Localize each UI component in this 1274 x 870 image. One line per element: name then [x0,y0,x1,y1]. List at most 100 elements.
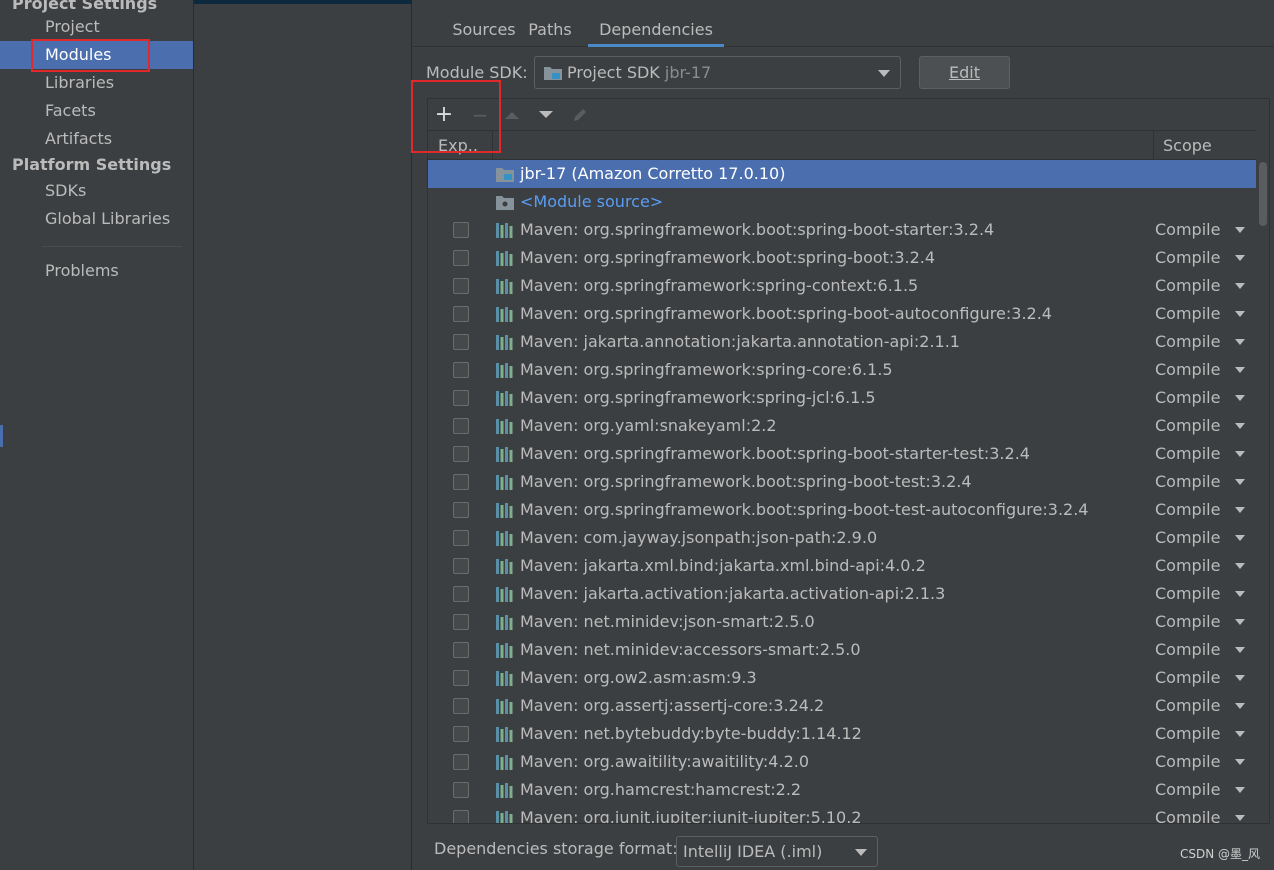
dependency-scope[interactable]: Compile [1155,440,1220,468]
export-checkbox[interactable] [453,222,469,238]
export-checkbox[interactable] [453,754,469,770]
table-row[interactable]: Maven: jakarta.activation:jakarta.activa… [428,580,1256,608]
chevron-down-icon[interactable] [1235,815,1245,821]
export-checkbox[interactable] [453,726,469,742]
table-row[interactable]: Maven: org.springframework:spring-core:6… [428,356,1256,384]
add-dependency-button[interactable]: + [432,103,456,127]
table-row-module-source[interactable]: <Module source> [428,188,1256,216]
table-row[interactable]: Maven: net.minidev:accessors-smart:2.5.0… [428,636,1256,664]
chevron-down-icon[interactable] [1235,563,1245,569]
export-checkbox[interactable] [453,446,469,462]
export-checkbox[interactable] [453,586,469,602]
chevron-down-icon[interactable] [1235,283,1245,289]
export-checkbox[interactable] [453,334,469,350]
export-checkbox[interactable] [453,530,469,546]
scrollbar-thumb[interactable] [1259,162,1267,226]
chevron-down-icon[interactable] [1235,675,1245,681]
table-row[interactable]: Maven: net.bytebuddy:byte-buddy:1.14.12 C… [428,720,1256,748]
sidebar-item-problems[interactable]: Problems [0,257,193,285]
export-checkbox[interactable] [453,306,469,322]
export-checkbox[interactable] [453,614,469,630]
dependency-scope[interactable]: Compile [1155,328,1220,356]
chevron-down-icon[interactable] [1235,619,1245,625]
export-checkbox[interactable] [453,698,469,714]
chevron-down-icon[interactable] [1235,507,1245,513]
sidebar-item-global-libraries[interactable]: Global Libraries [0,205,193,233]
sidebar-item-sdks[interactable]: SDKs [0,177,193,205]
table-row[interactable]: Maven: net.minidev:json-smart:2.5.0 Compi… [428,608,1256,636]
sidebar-item-facets[interactable]: Facets [0,97,193,125]
table-row[interactable]: Maven: com.jayway.jsonpath:json-path:2.9… [428,524,1256,552]
dependency-scope[interactable]: Compile [1155,804,1220,823]
export-checkbox[interactable] [453,642,469,658]
export-checkbox[interactable] [453,474,469,490]
table-row[interactable]: Maven: org.assertj:assertj-core:3.24.2 Co… [428,692,1256,720]
dependency-scope[interactable]: Compile [1155,384,1220,412]
chevron-down-icon[interactable] [1235,255,1245,261]
chevron-down-icon[interactable] [1235,535,1245,541]
chevron-down-icon[interactable] [1235,759,1245,765]
dependency-scope[interactable]: Compile [1155,552,1220,580]
edit-dependency-button[interactable] [568,103,592,127]
chevron-down-icon[interactable] [1235,451,1245,457]
dependency-scope[interactable]: Compile [1155,636,1220,664]
dependency-scope[interactable]: Compile [1155,244,1220,272]
table-scrollbar[interactable] [1257,160,1269,823]
table-row[interactable]: Maven: org.springframework:spring-jcl:6.… [428,384,1256,412]
dependency-scope[interactable]: Compile [1155,692,1220,720]
export-checkbox[interactable] [453,278,469,294]
module-list-item[interactable] [194,0,412,4]
chevron-down-icon[interactable] [1235,591,1245,597]
table-row[interactable]: Maven: org.yaml:snakeyaml:2.2 Compile [428,412,1256,440]
remove-dependency-button[interactable]: − [468,103,492,127]
dependency-scope[interactable]: Compile [1155,580,1220,608]
dependency-scope[interactable]: Compile [1155,748,1220,776]
sidebar-item-artifacts[interactable]: Artifacts [0,125,193,153]
table-row[interactable]: Maven: jakarta.xml.bind:jakarta.xml.bind… [428,552,1256,580]
sidebar-item-project[interactable]: Project [0,13,193,41]
column-header-scope[interactable]: Scope [1163,131,1212,160]
export-checkbox[interactable] [453,810,469,823]
table-row[interactable]: Maven: org.springframework:spring-contex… [428,272,1256,300]
table-row[interactable]: Maven: org.springframework.boot:spring-b… [428,440,1256,468]
dependency-scope[interactable]: Compile [1155,216,1220,244]
export-checkbox[interactable] [453,390,469,406]
table-row-sdk[interactable]: jbr-17 (Amazon Corretto 17.0.10) [428,160,1256,188]
dependency-scope[interactable]: Compile [1155,664,1220,692]
export-checkbox[interactable] [453,558,469,574]
dependency-scope[interactable]: Compile [1155,300,1220,328]
storage-format-select[interactable]: IntelliJ IDEA (.iml) [676,836,878,867]
dependency-scope[interactable]: Compile [1155,272,1220,300]
table-row[interactable]: Maven: org.ow2.asm:asm:9.3 Compile [428,664,1256,692]
tab-dependencies[interactable]: Dependencies [588,13,724,47]
dependency-scope[interactable]: Compile [1155,496,1220,524]
table-row[interactable]: Maven: org.junit.jupiter:junit-jupiter:5… [428,804,1256,823]
table-row[interactable]: Maven: jakarta.annotation:jakarta.annota… [428,328,1256,356]
chevron-down-icon[interactable] [1235,647,1245,653]
chevron-down-icon[interactable] [1235,311,1245,317]
table-row[interactable]: Maven: org.springframework.boot:spring-b… [428,496,1256,524]
dependency-scope[interactable]: Compile [1155,468,1220,496]
table-row[interactable]: Maven: org.awaitility:awaitility:4.2.0 Co… [428,748,1256,776]
chevron-down-icon[interactable] [1235,423,1245,429]
column-header-export[interactable]: Exp.. [438,131,478,160]
sidebar-item-modules[interactable]: Modules [0,41,193,69]
chevron-down-icon[interactable] [1235,395,1245,401]
chevron-down-icon[interactable] [1235,703,1245,709]
export-checkbox[interactable] [453,362,469,378]
chevron-down-icon[interactable] [1235,367,1245,373]
move-down-button[interactable] [534,103,558,127]
edit-sdk-button[interactable]: Edit [919,56,1010,89]
table-row[interactable]: Maven: org.springframework.boot:spring-b… [428,244,1256,272]
tab-paths[interactable]: Paths [517,13,583,47]
export-checkbox[interactable] [453,502,469,518]
dependency-scope[interactable]: Compile [1155,524,1220,552]
chevron-down-icon[interactable] [1235,731,1245,737]
table-row[interactable]: Maven: org.springframework.boot:spring-b… [428,216,1256,244]
table-row[interactable]: Maven: org.springframework.boot:spring-b… [428,468,1256,496]
dependency-scope[interactable]: Compile [1155,412,1220,440]
dependency-scope[interactable]: Compile [1155,608,1220,636]
dependency-scope[interactable]: Compile [1155,720,1220,748]
table-row[interactable]: Maven: org.springframework.boot:spring-b… [428,300,1256,328]
chevron-down-icon[interactable] [1235,479,1245,485]
